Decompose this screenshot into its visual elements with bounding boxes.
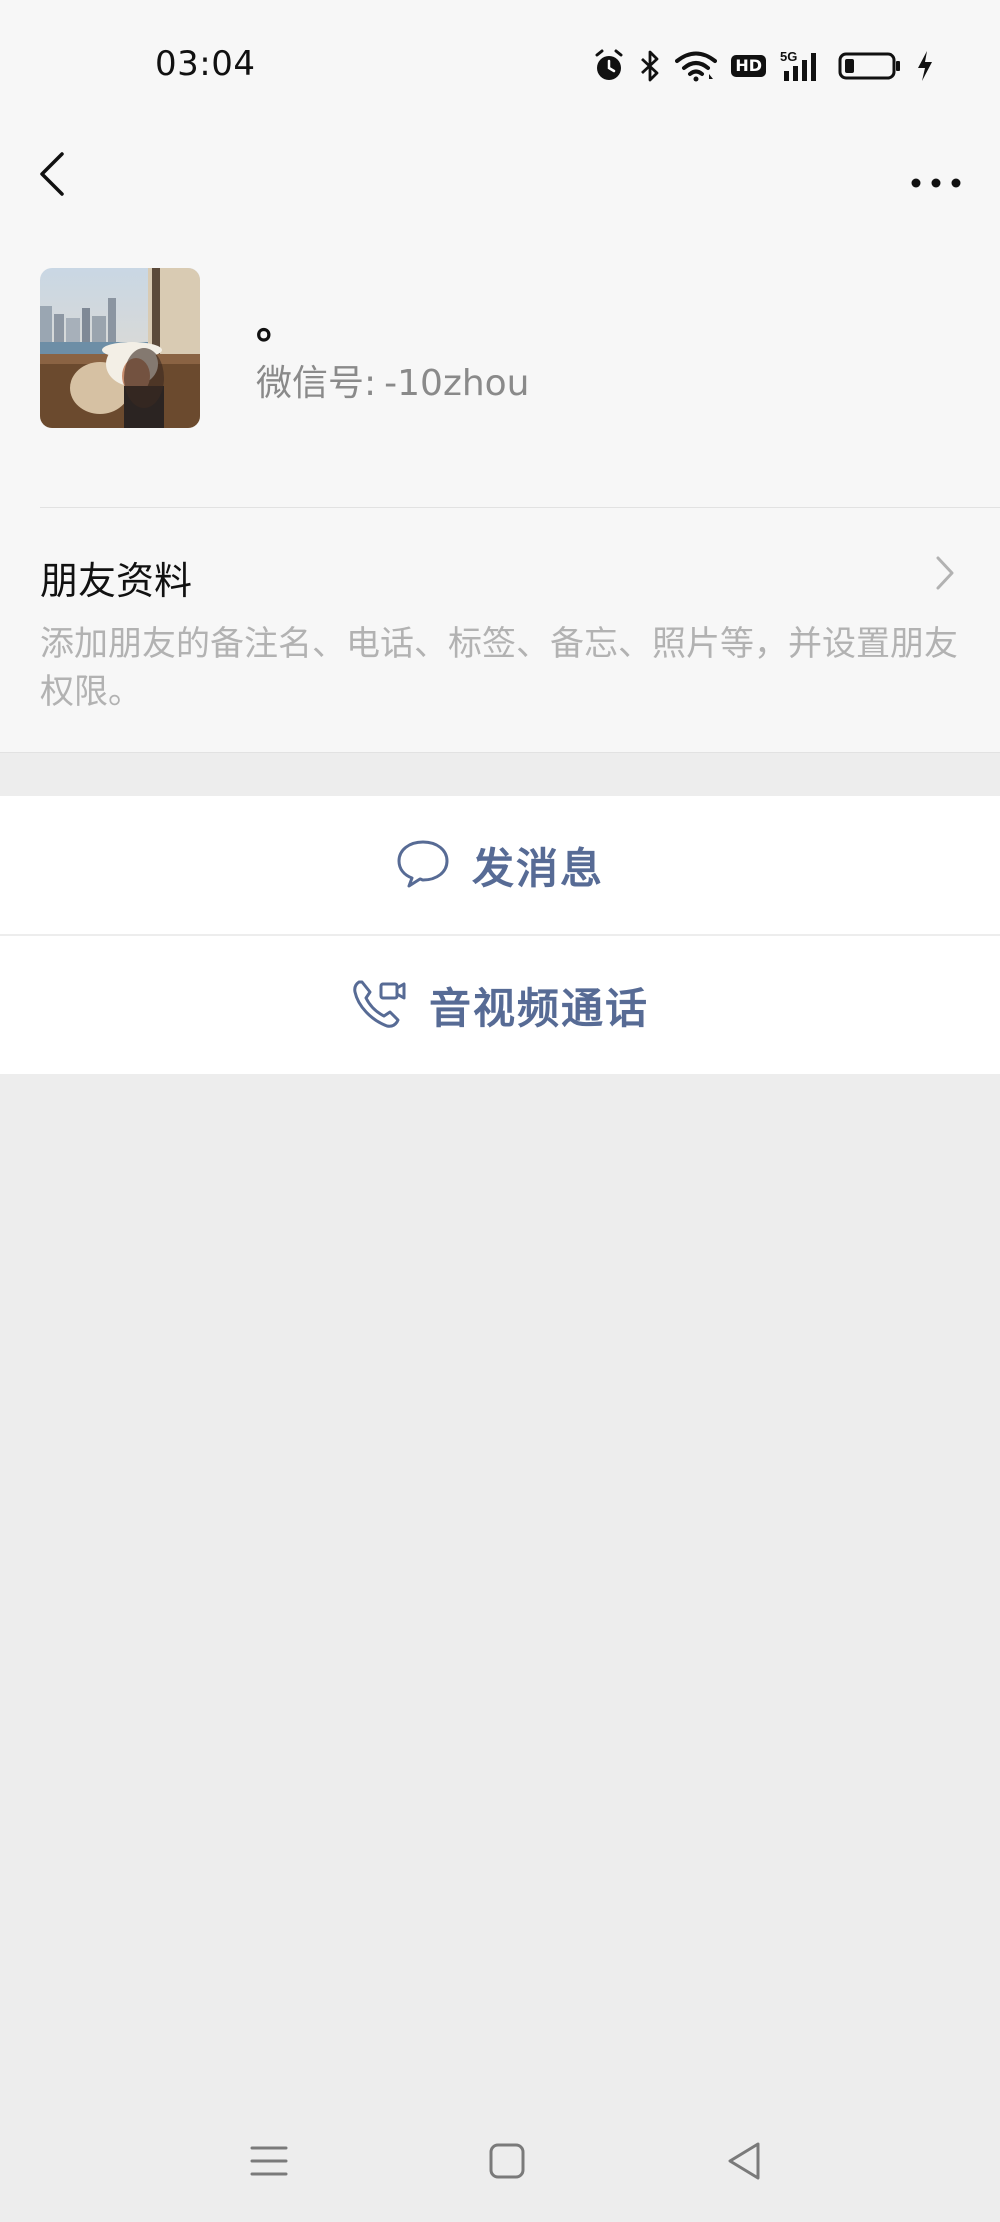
contact-profile-screen: 03:04 HD 5G 。 微信号: -10zhou 朋友资料 添加朋友的备注名…	[0, 0, 1000, 2222]
back-nav-button[interactable]	[720, 2136, 770, 2186]
wechat-id-value: -10zhou	[384, 363, 530, 404]
friend-info-row[interactable]: 朋友资料 添加朋友的备注名、电话、标签、备忘、照片等，并设置朋友权限。	[0, 508, 1000, 753]
alarm-icon	[593, 49, 625, 83]
friend-info-title: 朋友资料	[40, 559, 193, 603]
battery-icon	[838, 51, 902, 81]
home-square-icon	[489, 2143, 525, 2179]
chevron-left-icon	[40, 152, 64, 196]
nickname: 。	[256, 302, 296, 348]
profile-header: 。 微信号: -10zhou	[0, 262, 1000, 508]
more-horizontal-icon	[911, 178, 961, 188]
phone-video-icon	[351, 976, 407, 1034]
charging-icon	[916, 50, 934, 82]
back-button[interactable]	[28, 146, 84, 202]
status-icons: HD 5G	[593, 46, 934, 86]
wifi-icon	[675, 50, 718, 82]
chat-bubble-icon	[396, 838, 450, 892]
send-message-label: 发消息	[471, 843, 604, 893]
more-button[interactable]	[906, 146, 966, 202]
wechat-id-label: 微信号:	[256, 363, 377, 404]
hd-icon: HD	[731, 55, 766, 77]
send-message-button[interactable]: 发消息	[0, 796, 1000, 934]
menu-icon	[250, 2146, 288, 2176]
chevron-right-icon	[930, 548, 960, 598]
divider	[0, 752, 1000, 753]
wechat-id: 微信号: -10zhou	[256, 354, 530, 406]
menu-button[interactable]	[244, 2136, 294, 2186]
av-call-label: 音视频通话	[428, 983, 649, 1033]
av-call-button[interactable]: 音视频通话	[0, 936, 1000, 1074]
home-button[interactable]	[482, 2136, 532, 2186]
system-nav-bar	[0, 2100, 1000, 2222]
nav-bar	[0, 132, 1000, 262]
status-time: 03:04	[155, 44, 256, 84]
status-bar: 03:04 HD 5G	[0, 0, 1000, 132]
friend-info-description: 添加朋友的备注名、电话、标签、备忘、照片等，并设置朋友权限。	[40, 624, 958, 712]
svg-text:5G: 5G	[780, 49, 797, 64]
back-triangle-icon	[728, 2142, 760, 2180]
5g-signal-icon: 5G	[780, 49, 824, 83]
bluetooth-icon	[639, 49, 661, 83]
avatar[interactable]	[40, 268, 200, 428]
